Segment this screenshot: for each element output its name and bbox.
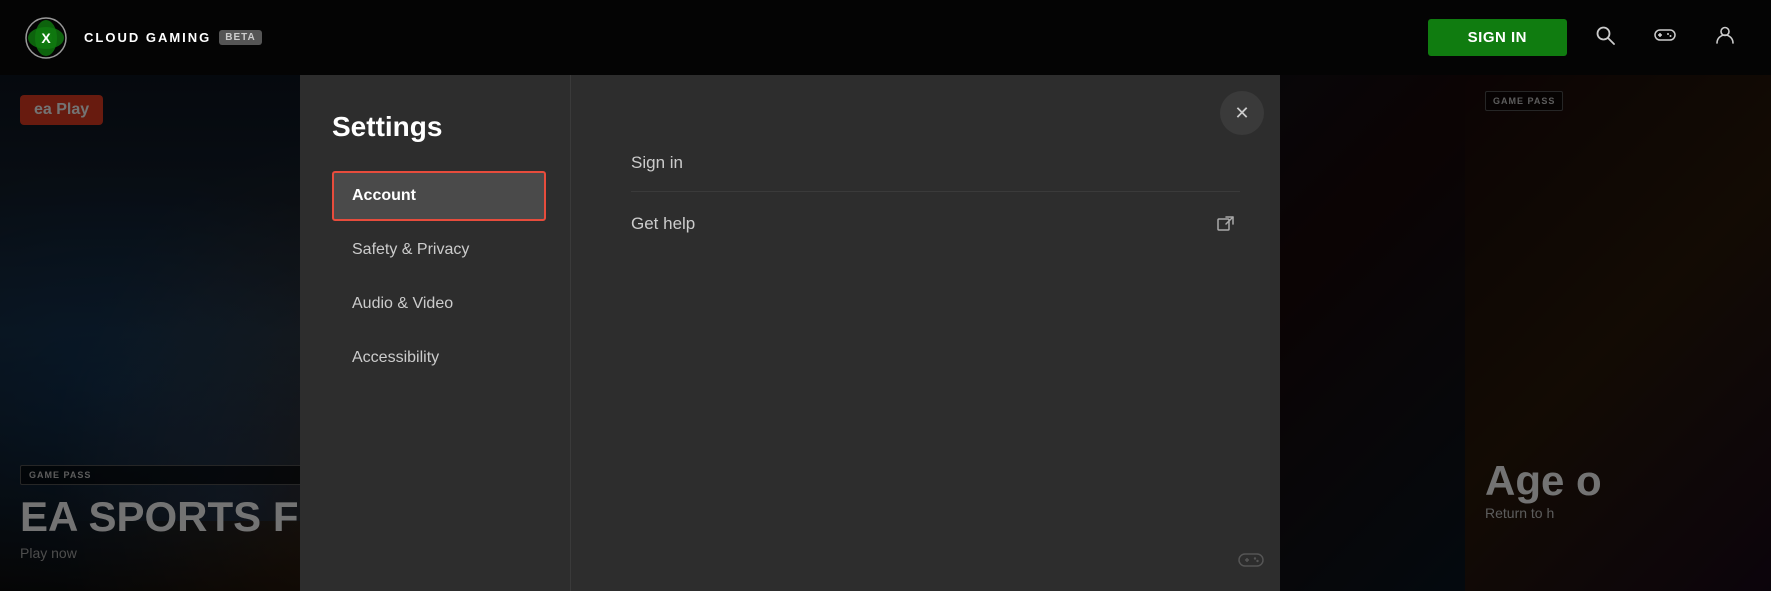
settings-title: Settings: [332, 111, 546, 143]
account-button[interactable]: [1703, 16, 1747, 60]
settings-sidebar: Settings Account Safety & Privacy Audio …: [300, 75, 570, 591]
get-help-label: Get help: [631, 214, 695, 234]
cloud-gaming-label: CLOUD GAMING BETA: [84, 30, 262, 45]
get-help-item[interactable]: Get help: [631, 192, 1240, 256]
controller-icon: [1654, 26, 1676, 49]
menu-item-safety-privacy[interactable]: Safety & Privacy: [332, 225, 546, 275]
account-icon: [1715, 25, 1735, 51]
sign-in-label: Sign in: [631, 153, 683, 173]
menu-item-account[interactable]: Account: [332, 171, 546, 221]
search-icon: [1595, 25, 1615, 51]
settings-panel: Settings Account Safety & Privacy Audio …: [300, 75, 1280, 591]
close-icon: ✕: [1234, 103, 1249, 124]
beta-badge: BETA: [219, 30, 261, 45]
sign-in-button[interactable]: SIGN IN: [1428, 19, 1567, 56]
search-button[interactable]: [1583, 16, 1627, 60]
navbar: X CLOUD GAMING BETA SIGN IN: [0, 0, 1771, 75]
settings-content: Sign in Get help: [570, 75, 1280, 591]
menu-item-audio-video[interactable]: Audio & Video: [332, 279, 546, 329]
xbox-logo: X: [24, 16, 68, 60]
menu-item-accessibility[interactable]: Accessibility: [332, 333, 546, 383]
panel-controller-icon: [1238, 549, 1264, 575]
cloud-gaming-text: CLOUD GAMING: [84, 30, 211, 45]
external-link-icon: [1212, 210, 1240, 238]
sign-in-item[interactable]: Sign in: [631, 135, 1240, 192]
controller-button[interactable]: [1643, 16, 1687, 60]
close-button[interactable]: ✕: [1220, 91, 1264, 135]
svg-text:X: X: [41, 30, 51, 46]
